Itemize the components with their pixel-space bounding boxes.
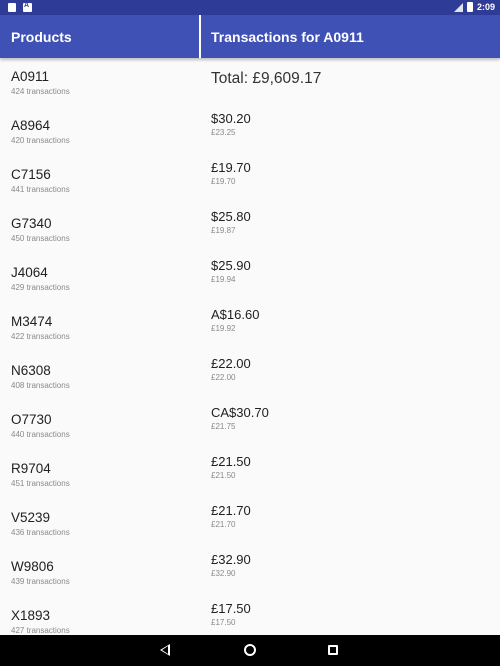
product-name: J4064: [11, 265, 48, 280]
transaction-count: 429 transactions: [11, 283, 70, 292]
list-item[interactable]: A0911 424 transactions: [11, 69, 70, 97]
transaction-gbp: £21.75: [211, 422, 236, 431]
transaction-gbp: £17.50: [211, 618, 236, 627]
transaction-gbp: £23.25: [211, 128, 236, 137]
list-item[interactable]: X1893 427 transactions: [11, 608, 70, 635]
navigation-bar: [0, 635, 500, 666]
pane-divider: [199, 15, 201, 58]
home-icon[interactable]: [244, 644, 256, 656]
transactions-pane[interactable]: Total: £9,609.17 $30.20 £23.25 £19.70 £1…: [200, 58, 500, 635]
product-name: C7156: [11, 167, 51, 182]
transaction-row: A$16.60 £19.92: [211, 307, 259, 334]
list-item[interactable]: C7156 441 transactions: [11, 167, 70, 195]
transaction-row: £21.70 £21.70: [211, 503, 251, 530]
transaction-gbp: £32.90: [211, 569, 236, 578]
product-list[interactable]: A0911 424 transactions A8964 420 transac…: [0, 58, 200, 635]
list-item[interactable]: V5239 436 transactions: [11, 510, 70, 538]
transaction-count: 451 transactions: [11, 479, 70, 488]
transaction-amount: £21.50: [211, 454, 251, 469]
product-name: V5239: [11, 510, 51, 525]
transaction-row: CA$30.70 £21.75: [211, 405, 269, 432]
transaction-count: 420 transactions: [11, 136, 70, 145]
transaction-count: 427 transactions: [11, 626, 70, 635]
transactions-title: Transactions for A0911: [211, 29, 364, 45]
product-name: A8964: [11, 118, 51, 133]
transaction-gbp: £19.87: [211, 226, 236, 235]
transaction-gbp: £19.94: [211, 275, 236, 284]
transaction-row: $30.20 £23.25: [211, 111, 251, 138]
transaction-amount: £32.90: [211, 552, 251, 567]
transaction-row: $25.90 £19.94: [211, 258, 251, 285]
product-name: O7730: [11, 412, 52, 427]
list-item[interactable]: G7340 450 transactions: [11, 216, 70, 244]
transaction-amount: £21.70: [211, 503, 251, 518]
battery-icon: [466, 2, 473, 12]
app-bar: Products Transactions for A0911: [0, 15, 500, 58]
transaction-row: $25.80 £19.87: [211, 209, 251, 236]
transaction-row: £22.00 £22.00: [211, 356, 251, 383]
transaction-gbp: £21.70: [211, 520, 236, 529]
product-name: R9704: [11, 461, 51, 476]
transaction-amount: £17.50: [211, 601, 251, 616]
notification-icon: [8, 3, 16, 12]
transaction-amount: $30.20: [211, 111, 251, 126]
transaction-count: 424 transactions: [11, 87, 70, 96]
transaction-count: 439 transactions: [11, 577, 70, 586]
products-title: Products: [11, 29, 72, 45]
product-name: X1893: [11, 608, 51, 623]
product-name: N6308: [11, 363, 51, 378]
signal-icon: [453, 2, 463, 12]
transaction-count: 440 transactions: [11, 430, 70, 439]
status-bar: 2:09: [0, 0, 500, 15]
transaction-gbp: £21.50: [211, 471, 236, 480]
list-item[interactable]: J4064 429 transactions: [11, 265, 70, 293]
transactions-total: Total: £9,609.17: [211, 70, 322, 87]
transaction-row: £17.50 £17.50: [211, 601, 251, 628]
transaction-row: £32.90 £32.90: [211, 552, 251, 579]
transaction-amount: £19.70: [211, 160, 251, 175]
product-name: M3474: [11, 314, 53, 329]
transaction-count: 450 transactions: [11, 234, 70, 243]
transaction-row: £19.70 £19.70: [211, 160, 251, 187]
product-name: G7340: [11, 216, 52, 231]
product-name: W9806: [11, 559, 54, 574]
transaction-gbp: £19.92: [211, 324, 236, 333]
list-item[interactable]: W9806 439 transactions: [11, 559, 70, 587]
list-item[interactable]: R9704 451 transactions: [11, 461, 70, 489]
status-clock: 2:09: [476, 2, 495, 12]
transaction-amount: $25.90: [211, 258, 251, 273]
transaction-row: £21.50 £21.50: [211, 454, 251, 481]
transaction-count: 422 transactions: [11, 332, 70, 341]
list-item[interactable]: M3474 422 transactions: [11, 314, 70, 342]
transaction-amount: CA$30.70: [211, 405, 269, 420]
recents-icon[interactable]: [328, 645, 338, 655]
transaction-amount: A$16.60: [211, 307, 260, 322]
app-notification-icon: [23, 2, 32, 12]
product-name: A0911: [11, 69, 50, 84]
list-item[interactable]: N6308 408 transactions: [11, 363, 70, 391]
transaction-amount: $25.80: [211, 209, 251, 224]
transaction-count: 436 transactions: [11, 528, 70, 537]
back-icon[interactable]: [160, 644, 170, 656]
transaction-count: 408 transactions: [11, 381, 70, 390]
transaction-count: 441 transactions: [11, 185, 70, 194]
transaction-gbp: £22.00: [211, 373, 236, 382]
transaction-gbp: £19.70: [211, 177, 236, 186]
list-item[interactable]: A8964 420 transactions: [11, 118, 70, 146]
list-item[interactable]: O7730 440 transactions: [11, 412, 70, 440]
transaction-amount: £22.00: [211, 356, 251, 371]
